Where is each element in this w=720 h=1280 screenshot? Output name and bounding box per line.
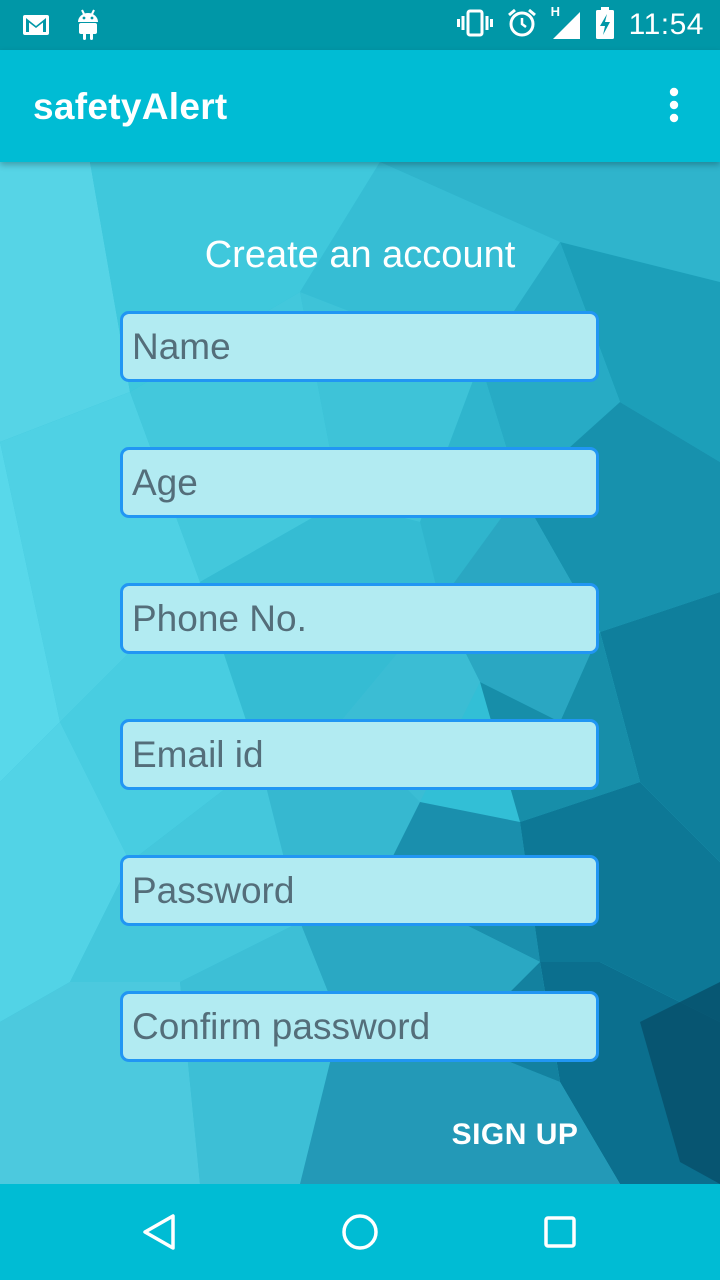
- signal-icon: H: [551, 4, 581, 40]
- alarm-icon: [507, 8, 537, 43]
- status-bar-notifications: [22, 8, 100, 47]
- more-vert-icon[interactable]: [664, 86, 684, 126]
- age-field[interactable]: [123, 450, 596, 515]
- back-icon[interactable]: [136, 1208, 184, 1256]
- form-heading: Create an account: [204, 234, 516, 276]
- app-title: safetyAlert: [33, 86, 228, 127]
- status-bar: H 11:54: [0, 0, 720, 50]
- vibrate-icon: [456, 9, 493, 42]
- sign-up-button[interactable]: SIGN UP: [440, 1118, 590, 1158]
- phone-field-container: [120, 583, 599, 654]
- phone-field[interactable]: [123, 586, 596, 651]
- status-clock: 11:54: [628, 8, 704, 41]
- gmail-icon: [22, 13, 50, 42]
- android-icon: [76, 8, 100, 47]
- email-field[interactable]: [123, 722, 596, 787]
- navigation-bar: [0, 1184, 720, 1280]
- name-field-container: [120, 311, 599, 382]
- recents-icon[interactable]: [536, 1208, 584, 1256]
- app-bar: safetyAlert: [0, 50, 720, 162]
- email-field-container: [120, 719, 599, 790]
- password-field[interactable]: [123, 858, 596, 923]
- signup-screen: Create an account SIGN UP: [0, 162, 720, 1184]
- age-field-container: [120, 447, 599, 518]
- confirm-password-field-container: [120, 991, 599, 1062]
- confirm-password-field[interactable]: [123, 994, 596, 1059]
- name-field[interactable]: [123, 314, 596, 379]
- home-icon[interactable]: [336, 1208, 384, 1256]
- status-bar-system: H 11:54: [456, 4, 704, 46]
- battery-charging-icon: [595, 6, 615, 44]
- password-field-container: [120, 855, 599, 926]
